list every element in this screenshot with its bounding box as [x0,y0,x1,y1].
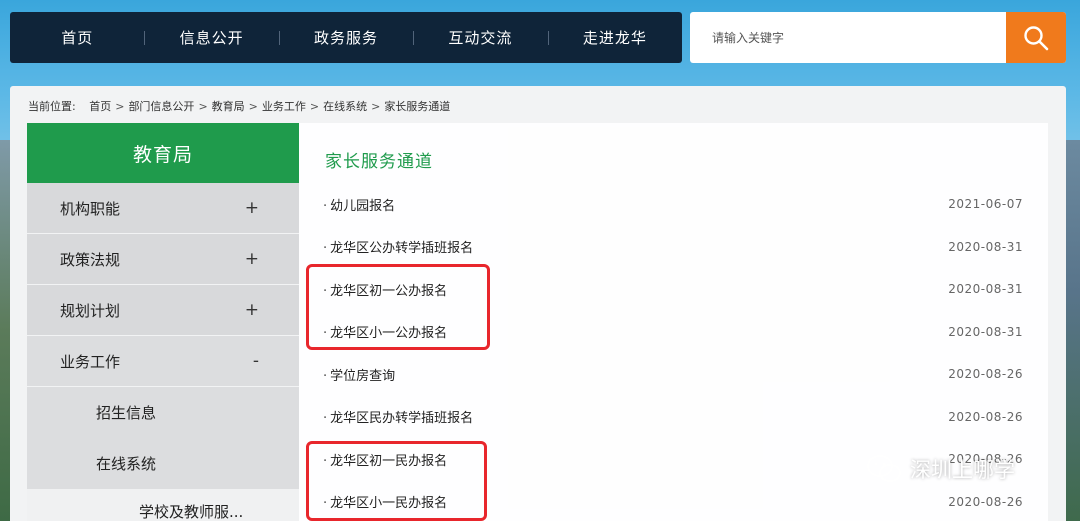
sidebar-item-label: 规划计划 [60,301,121,320]
nav-item-interaction[interactable]: 互动交流 [413,27,547,48]
list-item-title[interactable]: 龙华区民办转学插班报名 [323,407,473,426]
sidebar-item-label: 机构职能 [60,199,121,218]
breadcrumb-separator: > [115,100,125,113]
sidebar-item-org-functions[interactable]: 机构职能 + [27,183,299,234]
sidebar-item-label: 业务工作 [60,352,121,371]
breadcrumb-prefix: 当前位置: [28,100,76,113]
top-navigation: 首页 信息公开 政务服务 互动交流 走进龙华 [10,12,682,63]
list-item-date: 2020-08-31 [948,324,1023,339]
list-item[interactable]: 龙华区小一公办报名 2020-08-31 [323,311,1023,354]
nav-item-info-public[interactable]: 信息公开 [144,27,278,48]
search-box [690,12,1066,63]
sidebar-title: 教育局 [27,123,299,183]
list-item-date: 2021-06-07 [948,197,1023,212]
breadcrumb-separator: > [248,100,258,113]
list-item-date: 2020-08-26 [948,367,1023,382]
search-button[interactable] [1006,12,1066,63]
list-item-date: 2020-08-31 [948,239,1023,254]
list-item-title[interactable]: 龙华区小一民办报名 [323,492,447,511]
search-icon [1024,25,1049,50]
list-item-title[interactable]: 幼儿园报名 [323,195,395,214]
sidebar-item-policies[interactable]: 政策法规 + [27,234,299,285]
sidebar: 教育局 机构职能 + 政策法规 + 规划计划 + 业务工作 - 招生信息 在线系… [27,123,299,521]
list-item[interactable]: 学位房查询 2020-08-26 [323,353,1023,396]
watermark-text: 深圳上哪学 [910,458,1015,482]
watermark: 深圳上哪学 [866,454,1015,484]
wechat-icon [867,455,901,482]
breadcrumb: 当前位置: 首页 > 部门信息公开 > 教育局 > 业务工作 > 在线系统 > 家长服务通道 [28,98,450,114]
breadcrumb-business-work[interactable]: 业务工作 [262,100,306,113]
search-input[interactable] [690,12,1006,63]
breadcrumb-home[interactable]: 首页 [89,100,111,113]
page-title: 家长服务通道 [325,152,433,172]
breadcrumb-separator: > [309,100,320,113]
list-item-date: 2020-08-31 [948,282,1023,297]
expand-icon[interactable]: + [245,198,259,218]
breadcrumb-online-system[interactable]: 在线系统 [323,100,367,113]
sidebar-subitem-online-system[interactable]: 在线系统 [27,438,299,489]
list-item[interactable]: 龙华区公办转学插班报名 2020-08-31 [323,226,1023,269]
nav-item-home[interactable]: 首页 [10,27,144,48]
list-item[interactable]: 龙华区民办转学插班报名 2020-08-26 [323,396,1023,439]
nav-item-about-longhua[interactable]: 走进龙华 [548,27,682,48]
breadcrumb-education-bureau[interactable]: 教育局 [212,100,245,113]
breadcrumb-dept-info[interactable]: 部门信息公开 [128,100,194,113]
sidebar-item-business-work[interactable]: 业务工作 - [27,336,299,387]
breadcrumb-parent-service[interactable]: 家长服务通道 [384,100,450,113]
nav-item-gov-service[interactable]: 政务服务 [279,27,413,48]
list-item-title[interactable]: 龙华区初一公办报名 [323,280,447,299]
sidebar-item-plans[interactable]: 规划计划 + [27,285,299,336]
sidebar-subsubitem-school-teacher-service[interactable]: 学校及教师服... [27,489,299,521]
expand-icon[interactable]: + [245,249,259,269]
list-item-date: 2020-08-26 [948,494,1023,509]
list-item-title[interactable]: 龙华区小一公办报名 [323,322,447,341]
breadcrumb-separator: > [198,100,208,113]
list-item-title[interactable]: 龙华区公办转学插班报名 [323,237,473,256]
list-item-date: 2020-08-26 [948,409,1023,424]
list-item[interactable]: 龙华区小一民办报名 2020-08-26 [323,481,1023,521]
list-item-title[interactable]: 学位房查询 [323,365,395,384]
list-item[interactable]: 幼儿园报名 2021-06-07 [323,183,1023,226]
expand-icon[interactable]: + [245,300,259,320]
sidebar-item-label: 政策法规 [60,250,121,269]
list-item-title[interactable]: 龙华区初一民办报名 [323,450,447,469]
sidebar-subitem-enrollment-info[interactable]: 招生信息 [27,387,299,438]
list-item[interactable]: 龙华区初一公办报名 2020-08-31 [323,268,1023,311]
breadcrumb-separator: > [371,100,381,113]
collapse-icon[interactable]: - [253,351,259,371]
